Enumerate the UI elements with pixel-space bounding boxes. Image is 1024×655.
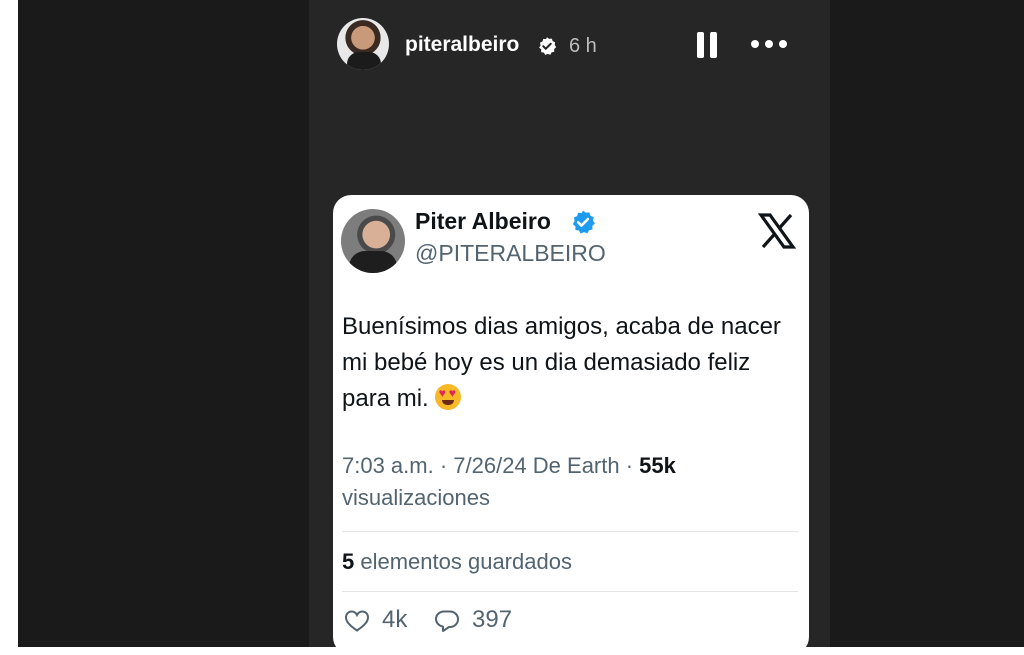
tweet-date[interactable]: 7:03 a.m. · 7/26/24 De Earth · (342, 453, 639, 478)
story-header: piteralbeiro 6 h (309, 0, 830, 92)
tweet-text: Buenísimos dias amigos, acaba de nacer m… (342, 309, 782, 417)
more-icon[interactable] (747, 34, 791, 54)
story-username[interactable]: piteralbeiro (405, 33, 519, 57)
reply-button[interactable]: 397 (434, 606, 534, 636)
x-logo-icon (758, 213, 796, 249)
more-dot (751, 40, 759, 48)
tweet-body: Buenísimos dias amigos, acaba de nacer m… (342, 313, 781, 412)
views-label: visualizaciones (342, 485, 490, 510)
pause-bar (710, 32, 717, 58)
saved-count[interactable]: 5 elementos guardados (342, 549, 572, 575)
heart-icon (344, 610, 370, 632)
tweet-card: Piter Albeiro @PITERALBEIRO Buenísimos d… (333, 195, 809, 655)
more-dot (765, 40, 773, 48)
saved-label: elementos guardados (354, 549, 572, 574)
divider (342, 591, 798, 592)
pause-bar (697, 32, 704, 58)
pause-icon[interactable] (694, 30, 720, 60)
more-dot (779, 40, 787, 48)
tweet-handle[interactable]: @PITERALBEIRO (415, 240, 606, 267)
tweet-meta: 7:03 a.m. · 7/26/24 De Earth · 55k visua… (342, 450, 782, 514)
like-count: 4k (382, 606, 408, 633)
views-count: 55k (639, 453, 676, 478)
verified-badge-icon (572, 210, 595, 234)
divider (342, 531, 798, 532)
like-button[interactable]: 4k (344, 606, 424, 636)
story-timestamp: 6 h (569, 35, 597, 57)
tweet-display-name[interactable]: Piter Albeiro (415, 208, 551, 235)
saved-number: 5 (342, 549, 355, 574)
comment-icon (435, 610, 459, 632)
avatar[interactable] (337, 18, 389, 70)
tweet-avatar[interactable] (341, 209, 405, 273)
heart-eyes-emoji-icon (434, 384, 461, 410)
verified-badge-icon (539, 37, 557, 55)
reply-count: 397 (472, 606, 513, 633)
